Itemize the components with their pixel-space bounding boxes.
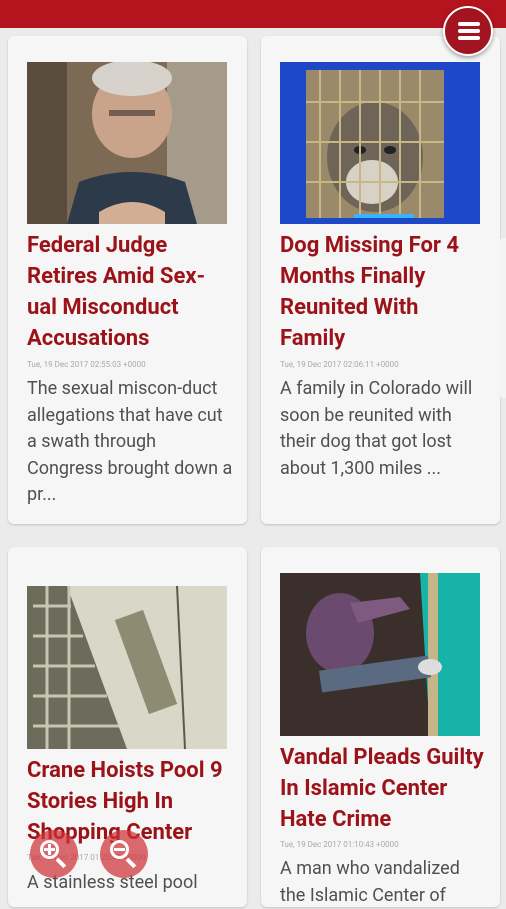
- article-date: Tue, 19 Dec 2017 02:55:03 +0000: [27, 360, 146, 369]
- article-description: A man who vandalized the Islamic Center …: [280, 858, 460, 906]
- hamburger-menu-icon-bar: [458, 36, 480, 40]
- article-title[interactable]: Dog Missing For 4 Months Finally Reunite…: [280, 230, 485, 354]
- zoom-in-button[interactable]: [30, 830, 78, 878]
- article-image-vandal[interactable]: [280, 573, 480, 736]
- hamburger-menu-button[interactable]: [443, 6, 493, 56]
- hamburger-menu-icon-bar: [458, 29, 480, 33]
- article-description: The sexual miscon-duct allegations that …: [27, 378, 233, 505]
- article-title[interactable]: Vandal Pleads Guilty In Islamic Center H…: [280, 742, 490, 835]
- hamburger-menu-icon: [458, 22, 480, 26]
- zoom-out-button[interactable]: [100, 830, 148, 878]
- article-image-crane[interactable]: [27, 586, 227, 749]
- article-date: Tue, 19 Dec 2017 02:06:11 +0000: [280, 360, 399, 369]
- article-title[interactable]: Federal Judge Retires Amid Sex-ual Misco…: [27, 230, 232, 354]
- top-app-bar: [0, 0, 506, 28]
- article-image-judge[interactable]: [27, 62, 227, 224]
- scroll-indicator[interactable]: [500, 238, 506, 398]
- article-image-dog[interactable]: [280, 62, 480, 224]
- article-description: A family in Colorado will soon be reunit…: [280, 378, 473, 479]
- article-date: Tue, 19 Dec 2017 01:10:43 +0000: [280, 840, 399, 849]
